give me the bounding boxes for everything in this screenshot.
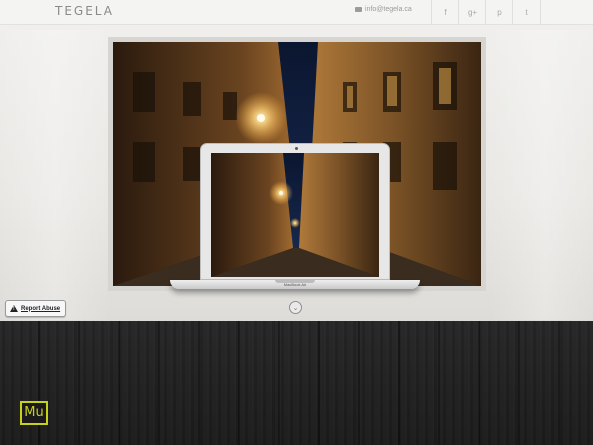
site-logo[interactable]: TEGELA (55, 4, 114, 18)
report-abuse-label: Report Abuse (21, 305, 61, 312)
envelope-icon (355, 7, 362, 12)
top-header: TEGELA info@tegela.ca f g+ p t (0, 0, 593, 25)
email-text: info@tegela.ca (365, 6, 412, 13)
facebook-icon[interactable]: f (431, 0, 459, 24)
laptop-mockup: MacBook Air (170, 143, 420, 299)
background-decoration (0, 30, 110, 320)
email-contact[interactable]: info@tegela.ca (355, 6, 412, 13)
pinterest-icon[interactable]: p (485, 0, 513, 24)
chevron-down-icon: ⌄ (292, 304, 299, 312)
webcam-icon (295, 147, 298, 150)
laptop-brand-label: MacBook Air (283, 282, 307, 287)
twitter-icon[interactable]: t (512, 0, 541, 24)
footer-section (0, 321, 593, 445)
background-decoration (490, 30, 593, 320)
laptop-screen (211, 153, 379, 277)
google-plus-icon[interactable]: g+ (458, 0, 486, 24)
adobe-muse-badge[interactable]: Mu (20, 401, 48, 425)
scroll-down-button[interactable]: ⌄ (289, 301, 302, 314)
warning-icon (10, 305, 18, 312)
report-abuse-button[interactable]: Report Abuse (5, 300, 67, 317)
laptop-lid (200, 143, 390, 280)
laptop-screen-image (211, 153, 379, 277)
